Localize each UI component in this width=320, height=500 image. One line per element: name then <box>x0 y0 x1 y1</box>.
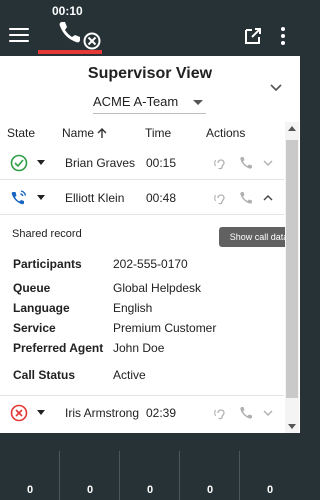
language-value: English <box>113 301 153 315</box>
shared-record-label: Shared record <box>12 228 82 240</box>
service-value: Premium Customer <box>113 321 217 335</box>
queue-value: Global Helpdesk <box>113 281 202 295</box>
expand-caret-icon[interactable] <box>37 410 45 415</box>
participants-label: Participants <box>13 257 82 271</box>
call-status-value: Active <box>113 368 146 382</box>
open-in-new-icon[interactable] <box>243 26 263 46</box>
phone-icon[interactable] <box>239 406 253 420</box>
listen-ear-icon[interactable] <box>214 191 228 205</box>
expand-caret-icon[interactable] <box>37 195 45 200</box>
listen-ear-icon[interactable] <box>214 406 228 420</box>
listen-ear-icon[interactable] <box>214 156 228 170</box>
counter-value: 0 <box>86 484 94 496</box>
chevron-down-icon[interactable] <box>262 408 274 418</box>
table-row[interactable]: Iris Armstrong 02:39 <box>0 396 284 430</box>
agent-time: 02:39 <box>146 406 177 420</box>
expand-caret-icon[interactable] <box>37 160 45 165</box>
chevron-up-icon[interactable] <box>262 193 274 203</box>
top-bar: 00:10 <box>0 0 300 56</box>
active-call-indicator <box>38 50 102 54</box>
page-title: Supervisor View <box>87 65 213 82</box>
queue-label: Queue <box>13 281 51 295</box>
preferred-agent-label: Preferred Agent <box>13 341 104 355</box>
scroll-up-arrow[interactable] <box>288 126 296 131</box>
agent-name: Brian Graves <box>65 156 136 170</box>
table-header: State Name Time Actions <box>0 122 284 144</box>
chevron-down-icon[interactable] <box>262 158 274 168</box>
column-header-actions: Actions <box>206 126 246 140</box>
column-header-name[interactable]: Name <box>62 126 107 140</box>
sort-arrow-up-icon <box>97 128 107 138</box>
cancel-circle-icon <box>10 404 28 422</box>
phone-icon[interactable] <box>239 191 253 205</box>
column-header-time: Time <box>145 126 172 140</box>
language-label: Language <box>13 301 70 315</box>
counter-value: 0 <box>206 484 214 496</box>
call-timer: 00:10 <box>52 4 83 18</box>
scroll-down-arrow[interactable] <box>288 424 296 429</box>
agent-name: Elliott Klein <box>65 191 125 205</box>
agent-time: 00:15 <box>146 156 177 170</box>
more-vert-icon[interactable] <box>276 26 290 46</box>
check-circle-icon <box>10 154 28 172</box>
team-select[interactable]: ACME A-Team <box>93 92 206 114</box>
scrollbar-thumb[interactable] <box>286 140 298 398</box>
team-select-value: ACME A-Team <box>93 94 179 109</box>
counter-value: 0 <box>26 484 34 496</box>
participants-value: 202-555-0170 <box>113 257 188 271</box>
counter-value: 0 <box>266 484 274 496</box>
column-header-state: State <box>7 126 36 140</box>
agent-time: 00:48 <box>146 191 177 205</box>
counter-value: 0 <box>146 484 154 496</box>
agent-name: Iris Armstrong <box>65 406 140 420</box>
service-label: Service <box>13 321 56 335</box>
column-header-name-label: Name <box>62 126 95 140</box>
preferred-agent-value: John Doe <box>113 341 165 355</box>
phone-icon[interactable] <box>239 156 253 170</box>
table-row[interactable]: Brian Graves 00:15 <box>0 146 284 180</box>
caret-down-icon <box>193 100 203 105</box>
phone-end-icon <box>59 22 101 50</box>
phone-in-talk-icon <box>11 190 27 205</box>
menu-icon[interactable] <box>9 28 29 44</box>
call-status-label: Call Status <box>13 368 76 382</box>
table-row[interactable]: Elliott Klein 00:48 <box>0 181 284 215</box>
chevron-down-icon[interactable] <box>268 80 284 96</box>
end-call-button[interactable] <box>57 20 103 52</box>
